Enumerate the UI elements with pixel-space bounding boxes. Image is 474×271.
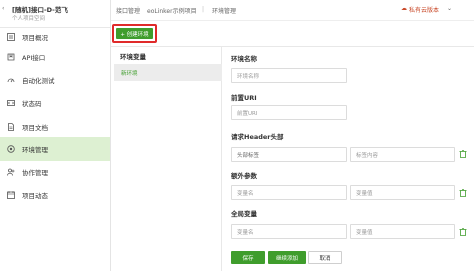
extra-params-label: 额外参数 [231,172,257,180]
uri-label: 前置URI [231,94,257,102]
create-button-highlight: + 创建环境 [112,24,157,43]
project-name: [随机]接口-D-范飞 [12,6,68,14]
chevron-down-icon: ⌄ [237,151,242,157]
sidebar-item-label: 项目文档 [22,124,48,132]
collaboration-icon [7,168,15,176]
sidebar-item-automation[interactable]: 自动化测试 [0,68,110,92]
env-name-input[interactable]: 环境名称 [231,68,347,83]
status-code-icon [7,99,15,107]
delete-icon[interactable] [459,149,467,158]
delete-icon[interactable] [459,188,467,197]
chevron-left-icon[interactable]: ‹ [2,5,4,12]
header-name-select[interactable]: 头部标签 ⌄ [231,147,347,162]
sidebar-item-status-code[interactable]: 状态码 [0,91,110,115]
project-overview-icon [7,33,15,41]
sidebar-item-collaboration[interactable]: 协作管理 [0,160,110,184]
sidebar-item-label: 自动化测试 [22,77,55,85]
breadcrumb-separator: | [137,6,140,13]
sidebar-item-environment[interactable]: 环境管理 [0,137,110,161]
private-cloud-link[interactable]: 私有云版本 [409,5,439,14]
create-environment-button[interactable]: + 创建环境 [116,28,153,39]
top-bar: 接口管理 | eoLinker示例项目 | 环境管理 ☁ 私有云版本 ⌄ [111,0,474,21]
extra-param-name-input[interactable]: 变量名 [231,185,347,200]
header-value-placeholder: 标签内容 [356,153,379,159]
uri-input[interactable]: 前置URI [231,105,347,120]
sidebar-item-label: 状态码 [22,100,42,108]
global-var-name-input[interactable]: 变量名 [231,224,347,239]
extra-param-value-input[interactable]: 变量值 [350,185,455,200]
env-name-label: 环境名称 [231,55,257,63]
save-button[interactable]: 保存 [231,251,265,264]
document-icon [7,123,15,131]
project-subtitle: 个人项目空间 [12,16,46,22]
api-icon [7,53,15,61]
breadcrumb-separator: | [202,6,205,13]
environment-list-title: 环境变量 [120,53,146,61]
project-header[interactable]: ‹ [随机]接口-D-范飞 个人项目空间 [0,0,110,28]
cloud-icon: ☁ [401,5,407,12]
extra-name-placeholder: 变量名 [237,191,254,197]
chevron-down-icon[interactable]: ⌄ [447,5,452,12]
sidebar-item-activity[interactable]: 项目动态 [0,183,110,207]
env-name-placeholder: 环境名称 [237,74,260,80]
cancel-button[interactable]: 取消 [308,251,342,264]
activity-icon [7,191,15,199]
sidebar-item-label: 项目概况 [22,34,48,42]
breadcrumb-item[interactable]: eoLinker示例项目 [147,6,197,15]
environment-list-item[interactable]: 新环境 [114,64,222,81]
delete-icon[interactable] [459,227,467,236]
automation-icon [7,76,15,84]
header-value-input[interactable]: 标签内容 [350,147,455,162]
global-var-value-input[interactable]: 变量值 [350,224,455,239]
sidebar-item-label: 环境管理 [22,146,48,154]
continue-add-button[interactable]: 继续添加 [268,251,306,264]
sidebar-item-label: 项目动态 [22,192,48,200]
global-name-placeholder: 变量名 [237,230,254,236]
sidebar: ‹ [随机]接口-D-范飞 个人项目空间 项目概况 API接口 自动化测试 状态… [0,0,111,271]
environment-name: 新环境 [121,71,138,77]
sidebar-item-label: API接口 [22,54,46,62]
sidebar-item-label: 协作管理 [22,169,48,177]
global-value-placeholder: 变量值 [356,230,373,236]
header-label: 请求Header头部 [231,133,284,141]
global-vars-label: 全局变量 [231,210,257,218]
environment-icon [7,145,15,153]
sidebar-item-api[interactable]: API接口 [0,45,110,69]
breadcrumb-item: 环境管理 [212,8,237,15]
sidebar-item-documents[interactable]: 项目文档 [0,115,110,139]
extra-value-placeholder: 变量值 [356,191,373,197]
uri-placeholder: 前置URI [237,111,258,117]
